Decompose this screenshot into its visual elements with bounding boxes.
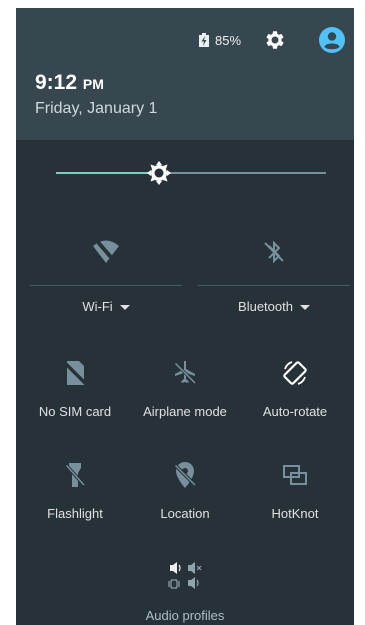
airplane-label: Airplane mode	[143, 404, 227, 419]
flashlight-label: Flashlight	[47, 506, 103, 521]
clock-time: 9:12 PM	[35, 71, 104, 95]
hotknot-label: HotKnot	[271, 506, 319, 521]
airplane-icon	[172, 360, 198, 386]
tile-hotknot[interactable]: HotKnot	[240, 460, 350, 530]
audio-profiles-tile[interactable]: Audio profiles	[16, 556, 354, 625]
wifi-divider	[30, 285, 182, 286]
brightness-track-empty	[159, 172, 326, 174]
date-label: Friday, January 1	[35, 100, 158, 117]
bluetooth-off-icon	[264, 240, 284, 264]
tile-no-sim[interactable]: No SIM card	[20, 358, 130, 428]
bluetooth-dropdown-caret	[299, 305, 310, 311]
location-off-icon	[172, 462, 198, 488]
hotknot-icon	[283, 465, 307, 485]
time-ampm: PM	[82, 76, 104, 92]
tile-flashlight[interactable]: Flashlight	[20, 460, 130, 530]
bluetooth-divider	[198, 285, 350, 286]
no-sim-icon	[61, 359, 89, 387]
brightness-sun-icon[interactable]	[146, 160, 172, 186]
tile-airplane[interactable]: Airplane mode	[130, 358, 240, 428]
auto-rotate-label: Auto-rotate	[262, 404, 328, 419]
brightness-slider[interactable]	[56, 158, 326, 188]
wifi-label[interactable]: Wi-Fi	[30, 299, 182, 314]
wifi-label-text: Wi-Fi	[82, 299, 113, 314]
bluetooth-label-text: Bluetooth	[238, 299, 293, 314]
wifi-tile[interactable]: Wi-Fi	[30, 233, 182, 323]
wifi-dropdown-caret	[119, 305, 130, 311]
audio-profiles-label: Audio profiles	[145, 608, 225, 623]
bluetooth-label[interactable]: Bluetooth	[198, 299, 350, 314]
no-sim-label: No SIM card	[38, 404, 112, 419]
battery-charging-icon	[199, 33, 209, 47]
quick-settings-panel: 85% 9:12 PM Friday, January 1 Wi-Fi Blue…	[16, 8, 354, 625]
time-value: 9:12	[35, 71, 78, 94]
flashlight-icon	[63, 462, 87, 488]
gear-icon[interactable]	[263, 28, 287, 52]
bluetooth-tile[interactable]: Bluetooth	[198, 233, 350, 323]
audio-profiles-icon	[168, 562, 202, 589]
location-label: Location	[160, 506, 210, 521]
user-profile-icon[interactable]	[318, 26, 346, 54]
status-header: 85% 9:12 PM Friday, January 1	[16, 8, 354, 140]
brightness-track-filled	[56, 172, 159, 174]
auto-rotate-icon	[283, 361, 307, 385]
tile-location[interactable]: Location	[130, 460, 240, 530]
battery-percent: 85%	[215, 33, 242, 48]
wifi-off-icon	[93, 239, 119, 265]
tile-auto-rotate[interactable]: Auto-rotate	[240, 358, 350, 428]
